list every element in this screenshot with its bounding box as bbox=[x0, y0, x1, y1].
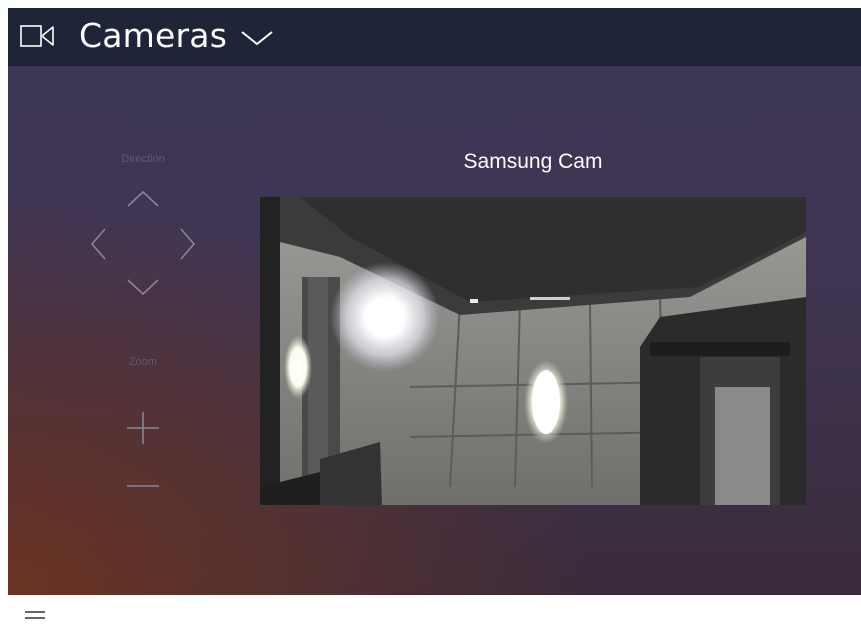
camera-app-window: Cameras Direction Zoom Samsung Cam bbox=[8, 8, 861, 595]
camera-name: Samsung Cam bbox=[463, 150, 603, 173]
video-camera-icon bbox=[20, 25, 54, 47]
chevron-down-icon[interactable] bbox=[240, 28, 274, 48]
pan-right-button[interactable] bbox=[178, 227, 198, 261]
camera-feed bbox=[260, 197, 806, 505]
pan-up-button[interactable] bbox=[126, 188, 160, 208]
bottom-bar bbox=[0, 595, 861, 625]
page-title: Cameras bbox=[79, 16, 228, 55]
direction-label: Direction bbox=[121, 153, 165, 165]
zoom-in-button[interactable] bbox=[126, 411, 160, 445]
zoom-label: Zoom bbox=[128, 356, 158, 368]
pan-left-button[interactable] bbox=[88, 227, 108, 261]
zoom-out-button[interactable] bbox=[126, 481, 160, 491]
pan-down-button[interactable] bbox=[126, 278, 160, 298]
hamburger-menu-icon[interactable] bbox=[25, 610, 45, 620]
top-bar: Cameras bbox=[8, 8, 861, 66]
camera-feed-image bbox=[260, 197, 806, 505]
